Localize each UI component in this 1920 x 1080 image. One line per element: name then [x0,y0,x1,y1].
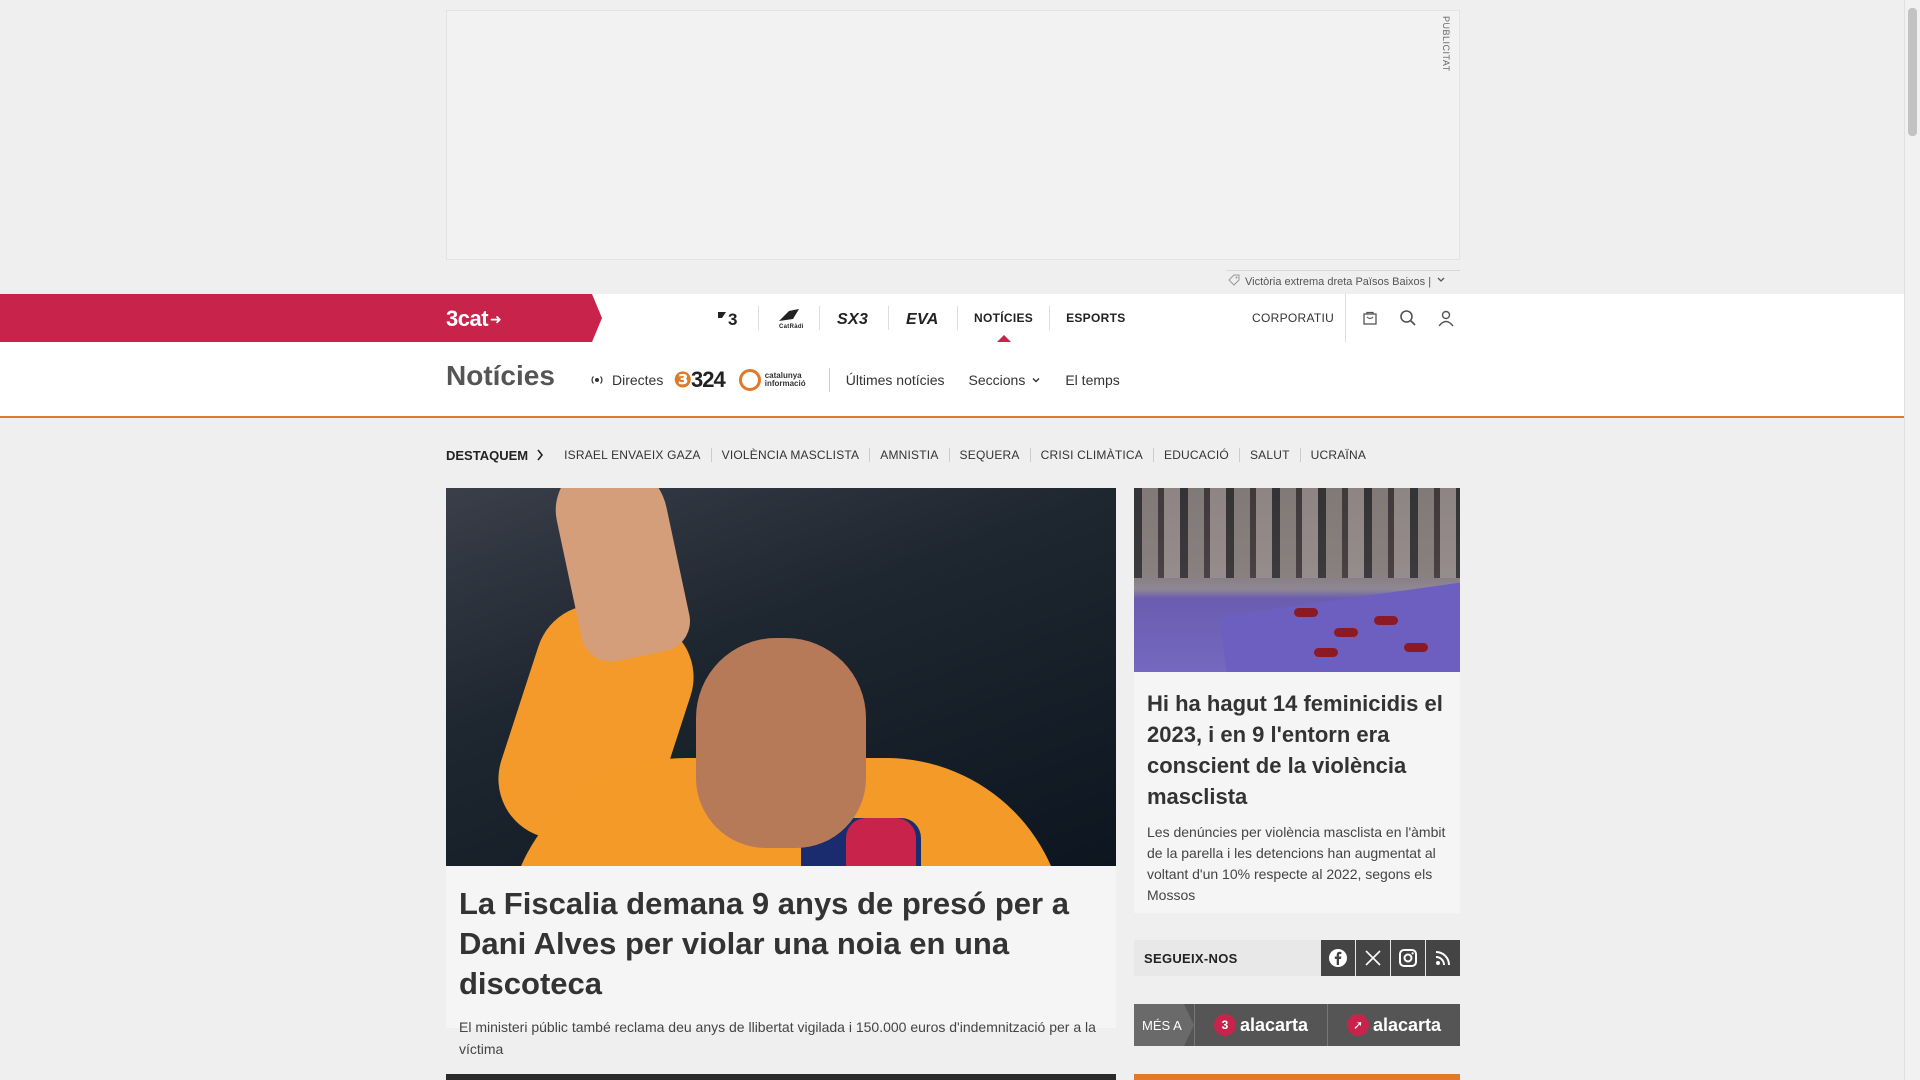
logo-catalunya-informacio[interactable]: catalunya informació [738,369,811,391]
x-icon[interactable] [1356,940,1390,976]
mes-a-label: MÉS A [1134,1004,1194,1046]
breaking-ticker[interactable]: Victòria extrema dreta Països Baixos | [1226,270,1460,292]
channel-catradio[interactable]: CatRàdio [759,294,819,342]
logo-324-mark: ❸ [673,367,692,392]
follow-label: SEGUEIX-NOS [1144,950,1238,966]
tv3-badge-icon: 3 [1213,1014,1236,1036]
side-article[interactable]: Hi ha hagut 14 feminicidis el 2023, i en… [1134,488,1460,913]
main-article-text: La Fiscalia demana 9 anys de presó per a… [446,866,1116,1060]
logo-324[interactable]: ❸ 324 [673,367,726,393]
top-icons [1345,294,1456,342]
destaquem-text: DESTAQUEM [446,447,529,463]
photo-purple-cloth [1219,580,1460,672]
next-article-image-edge [446,1074,1116,1080]
main-article-image[interactable] [446,488,1116,866]
page-title[interactable]: Notícies [446,360,555,392]
tag-sequera[interactable]: SEQUERA [950,448,1031,462]
link-el-temps[interactable]: El temps [1065,372,1119,388]
logo-ci-text: catalunya informació [764,371,806,388]
nav-corporatiu[interactable]: CORPORATIU [1252,294,1334,342]
catradio-badge-icon: ➚ [1346,1014,1369,1036]
ad-zone: PUBLICITAT Victòria extrema dreta Països… [0,0,1904,294]
alacarta-3cat[interactable]: 3 alacarta [1194,1004,1327,1046]
svg-text:SX3: SX3 [837,311,868,328]
brand-block [0,294,602,342]
section-links: Directes ❸ 324 catalunya informació Últim… [590,342,1144,418]
tag-israel[interactable]: ISRAEL ENVAEIX GAZA [554,448,712,462]
instagram-icon[interactable] [1391,940,1425,976]
tag-educacio[interactable]: EDUCACIÓ [1154,448,1240,462]
channel-sx3[interactable]: SX3 [820,294,888,342]
channel-eva[interactable]: EVA [889,294,957,342]
shop-icon[interactable] [1360,308,1380,328]
ticker-text[interactable]: Victòria extrema dreta Països Baixos | [1245,276,1431,288]
live-icon [590,373,604,387]
tag-salut[interactable]: SALUT [1240,448,1301,462]
photo-shoe [1314,648,1338,657]
destaquem-bar: DESTAQUEM ISRAEL ENVAEIX GAZA VIOLÈNCIA … [446,445,1376,465]
directes-link[interactable]: Directes [590,372,663,388]
photo-head [696,638,866,848]
main-article[interactable]: La Fiscalia demana 9 anys de presó per a… [446,488,1116,1057]
channel-list: 3 CatRàdio SX3 EVA NOTÍCIES ESPORTS [700,294,1142,342]
svg-text:CatRàdio: CatRàdio [779,324,803,329]
ad-banner[interactable] [446,10,1460,260]
channel-3-icon: 3 [718,310,738,328]
ci-circle-icon [738,369,761,391]
svg-text:EVA: EVA [906,311,939,328]
brand-name: 3cat [446,306,489,331]
divider [828,368,830,392]
alacarta-catradio[interactable]: ➚ alacarta [1327,1004,1460,1046]
channel-3[interactable]: 3 [700,294,758,342]
search-icon[interactable] [1398,308,1418,328]
brand-arrow-icon: ➜ [490,310,502,327]
tag-amnistia[interactable]: AMNISTIA [870,448,950,462]
svg-text:3: 3 [728,310,738,328]
side-article-title[interactable]: Hi ha hagut 14 feminicidis el 2023, i en… [1147,688,1447,812]
catradio-icon: CatRàdio [779,309,803,329]
alacarta-label: alacarta [1239,1014,1309,1035]
photo-shoe [1374,616,1398,625]
eva-icon: EVA [906,311,939,328]
directes-label: Directes [612,372,664,388]
scrollbar-thumb[interactable] [1908,8,1917,136]
chevron-down-icon [1032,378,1040,383]
photo-shoe [1334,628,1358,637]
logo-324-text: 324 [691,367,726,392]
facebook-icon[interactable] [1321,940,1355,976]
alacarta-bar: MÉS A 3 alacarta ➚ alacarta [1134,1004,1460,1046]
destaquem-label[interactable]: DESTAQUEM [446,448,544,463]
follow-bar: SEGUEIX-NOS [1134,940,1460,976]
link-seccions[interactable]: Seccions [969,372,1042,388]
tag-violencia[interactable]: VIOLÈNCIA MASCLISTA [712,448,871,462]
main-article-subtitle: El ministeri públic també reclama deu an… [459,1019,1096,1057]
photo-shoe [1404,643,1428,652]
user-icon[interactable] [1436,308,1456,328]
main-article-title[interactable]: La Fiscalia demana 9 anys de presó per a… [459,884,1103,1004]
chevron-down-icon[interactable] [1436,275,1446,288]
next-side-card-edge [1134,1074,1460,1080]
brand-logo[interactable]: 3cat ➜ [446,306,502,332]
alacarta-label: alacarta [1372,1014,1442,1035]
tag-crisi[interactable]: CRISI CLIMÀTICA [1031,448,1154,462]
seccions-label: Seccions [968,372,1026,388]
link-ultimes-noticies[interactable]: Últimes notícies [846,372,945,388]
sx3-icon: SX3 [837,311,868,328]
photo-shoe [1294,608,1318,617]
tag-icon [1228,274,1240,289]
section-header: Notícies Directes ❸ 324 catalunya informa… [0,342,1904,418]
top-nav: 3cat ➜ 3 CatRàdio SX3 EVA NOTÍCIES ESPOR… [0,294,1904,342]
tag-ucraina[interactable]: UCRAÏNA [1301,448,1376,462]
photo-collar-red [846,818,916,866]
rss-icon[interactable] [1426,940,1460,976]
scrollbar[interactable] [1904,0,1920,1080]
side-article-text: Hi ha hagut 14 feminicidis el 2023, i en… [1134,672,1460,922]
side-article-image[interactable] [1134,488,1460,672]
nav-noticies[interactable]: NOTÍCIES [958,294,1049,342]
side-article-subtitle: Les denúncies per violència masclista en… [1147,824,1446,903]
photo-crowd [1134,488,1460,578]
nav-esports[interactable]: ESPORTS [1050,294,1141,342]
ad-label: PUBLICITAT [1441,16,1451,72]
chevron-right-icon [537,449,544,461]
